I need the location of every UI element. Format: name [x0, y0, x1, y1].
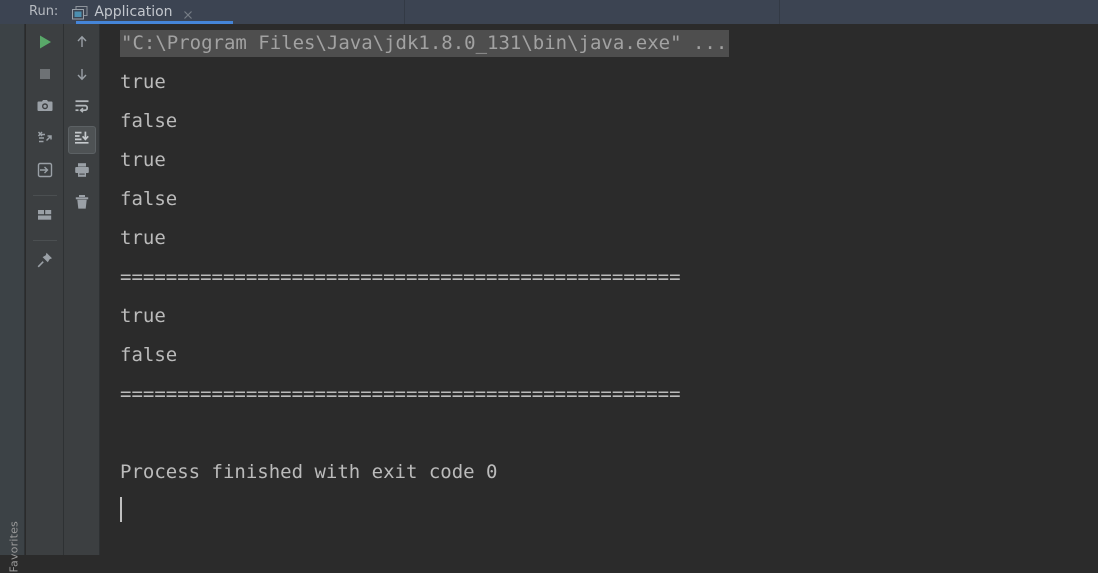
tool-window-stripe-left: Favorites [0, 24, 25, 573]
toolbar-separator-a2 [32, 240, 57, 241]
stop-button[interactable] [31, 62, 59, 90]
scroll-to-end-button[interactable] [67, 126, 96, 154]
application-window-icon [72, 5, 88, 20]
play-icon [36, 33, 54, 55]
print-button[interactable] [68, 158, 96, 186]
soft-wrap-button[interactable] [68, 94, 96, 122]
pin-icon [36, 251, 54, 273]
clear-all-button[interactable] [68, 190, 96, 218]
console-line-exit-status: Process finished with exit code 0 [120, 461, 498, 483]
camera-icon [36, 97, 54, 119]
arrow-into-box-icon [36, 161, 54, 183]
arrow-down-icon [73, 65, 91, 87]
scroll-to-end-icon [73, 129, 91, 151]
layout-icon [36, 206, 54, 228]
screenshot-button[interactable] [31, 94, 59, 122]
run-actions-toolbar [26, 24, 64, 555]
run-tool-window-header: Run: Application [0, 0, 1098, 24]
toolbar-separator-a1 [32, 195, 57, 196]
stop-square-icon [36, 65, 54, 87]
console-line-separator: ========================================… [120, 383, 681, 405]
console-line: false [120, 188, 178, 210]
printer-icon [73, 161, 91, 183]
console-command-text: "C:\Program Files\Java\jdk1.8.0_131\bin\… [120, 30, 730, 57]
arrow-up-icon [73, 33, 91, 55]
ide-run-tool-window: Run: Application Favorites "C:\Program F… [0, 0, 1098, 573]
rerun-failed-tests-button[interactable] [31, 126, 59, 154]
down-the-stack-trace-button[interactable] [68, 62, 96, 90]
soft-wrap-icon [73, 97, 91, 119]
console-line-separator: ========================================… [120, 266, 681, 288]
console-output[interactable]: "C:\Program Files\Java\jdk1.8.0_131\bin\… [100, 24, 1098, 555]
pin-tab-button[interactable] [31, 248, 59, 276]
header-divider-1 [404, 0, 405, 24]
text-caret [120, 497, 122, 522]
run-label: Run: [29, 4, 59, 19]
close-icon[interactable] [182, 6, 194, 19]
console-line: false [120, 110, 178, 132]
rerun-button[interactable] [31, 30, 59, 58]
tab-label: Application [94, 4, 173, 20]
sidebar-item-favorites[interactable]: Favorites [8, 521, 21, 573]
console-caret-line [100, 492, 1098, 531]
console-line: false [120, 344, 178, 366]
trash-icon [73, 193, 91, 215]
console-line: true [120, 149, 166, 171]
console-line: true [120, 71, 166, 93]
rerun-failed-icon [36, 129, 54, 151]
console-line: true [120, 227, 166, 249]
console-line: true [120, 305, 166, 327]
console-line-command: "C:\Program Files\Java\jdk1.8.0_131\bin\… [100, 24, 1098, 63]
console-actions-toolbar [64, 24, 100, 555]
up-the-stack-trace-button[interactable] [68, 30, 96, 58]
layout-settings-button[interactable] [31, 203, 59, 231]
header-left-gutter [0, 0, 25, 24]
dump-threads-button[interactable] [31, 158, 59, 186]
header-divider-2 [779, 0, 780, 24]
